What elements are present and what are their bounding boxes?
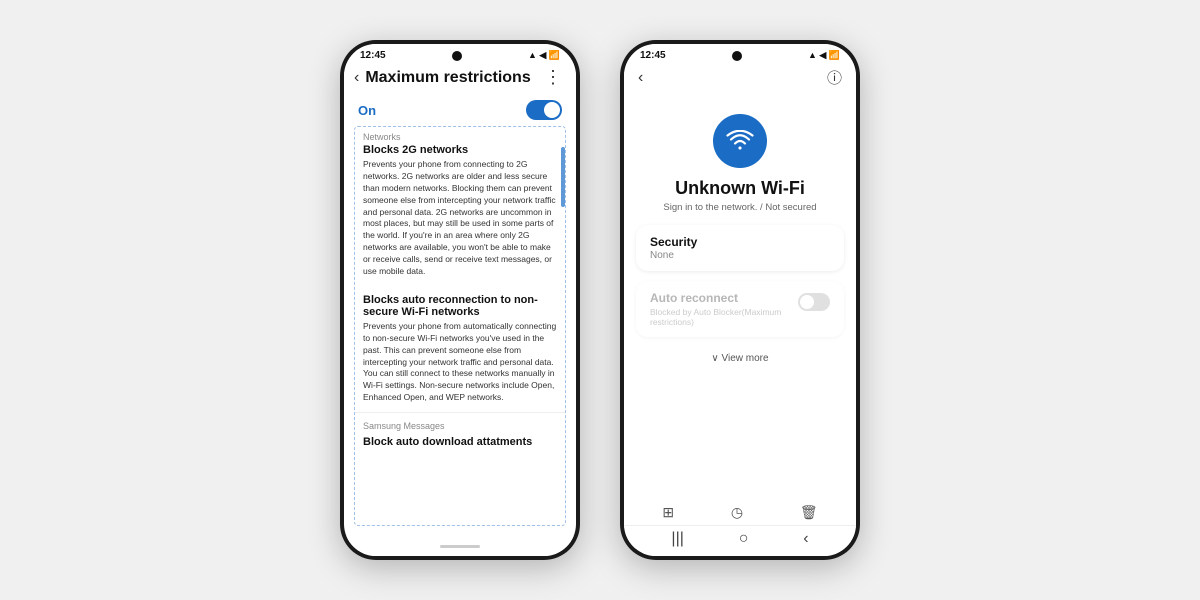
security-label: Security <box>650 235 830 249</box>
bottom-bar-1 <box>344 536 576 556</box>
status-bar-1: 12:45 ▲ ◀ 📶 <box>344 44 576 61</box>
block-download-title: Block auto download attatments <box>355 433 565 451</box>
notch-1 <box>452 51 462 61</box>
block-2g-text: Prevents your phone from connecting to 2… <box>363 159 557 278</box>
auto-reconnect-card: Auto reconnect Blocked by Auto Blocker(M… <box>636 281 844 337</box>
status-icons-1: ▲ ◀ 📶 <box>528 50 560 61</box>
phone-1-screen: 12:45 ▲ ◀ 📶 ‹ Maximum restrictions ⋮ On … <box>344 44 576 556</box>
bottom-nav-icons: ⊞ ◷ 🗑 <box>624 504 856 525</box>
view-more-button[interactable]: ∨ View more <box>624 347 856 374</box>
qr-icon[interactable]: ⊞ <box>662 504 674 521</box>
block-wifi-text: Prevents your phone from automatically c… <box>363 321 557 404</box>
auto-reconnect-row: Auto reconnect Blocked by Auto Blocker(M… <box>650 291 830 327</box>
view-more-label: ∨ View more <box>711 353 768 364</box>
security-card: Security None <box>636 225 844 271</box>
home-gesture[interactable]: ○ <box>739 530 749 548</box>
auto-reconnect-toggle[interactable] <box>798 293 830 311</box>
block-2g-networks: Blocks 2G networks Prevents your phone f… <box>355 144 565 286</box>
network-name: Unknown Wi-Fi <box>624 178 856 199</box>
phone-2-screen: 12:45 ▲ ◀ 📶 ‹ ⓘ Unknown Wi-Fi Sign i <box>624 44 856 556</box>
delete-icon[interactable]: 🗑 <box>800 504 818 521</box>
toggle-row-1: On <box>344 94 576 126</box>
phone-2-header: ‹ ⓘ <box>624 61 856 94</box>
bottom-nav-2: ⊞ ◷ 🗑 ||| ○ ‹ <box>624 498 856 556</box>
section-label-networks: Networks <box>355 127 565 144</box>
back-button-1[interactable]: ‹ <box>354 69 359 87</box>
share-icon[interactable]: ◷ <box>731 504 743 521</box>
block-wifi-reconnect: Blocks auto reconnection to non-secure W… <box>355 294 565 412</box>
status-bar-2: 12:45 ▲ ◀ 📶 <box>624 44 856 61</box>
wifi-circle <box>713 114 767 168</box>
notch-2 <box>732 51 742 61</box>
more-button-1[interactable]: ⋮ <box>544 67 562 88</box>
toggle-label-1: On <box>358 103 376 118</box>
menu-gesture[interactable]: ||| <box>671 530 683 548</box>
security-value: None <box>650 250 830 261</box>
bottom-gesture-bar: ||| ○ ‹ <box>624 525 856 548</box>
auto-reconnect-text: Auto reconnect Blocked by Auto Blocker(M… <box>650 291 798 327</box>
phone-1-header: ‹ Maximum restrictions ⋮ <box>344 61 576 94</box>
section-label-samsung: Samsung Messages <box>355 412 565 433</box>
wifi-icon <box>726 130 754 152</box>
block-wifi-title: Blocks auto reconnection to non-secure W… <box>363 294 557 318</box>
back-button-2[interactable]: ‹ <box>638 69 643 87</box>
status-time-1: 12:45 <box>360 50 386 61</box>
status-icons-2: ▲ ◀ 📶 <box>808 50 840 61</box>
bottom-line-1 <box>440 545 480 548</box>
phone-1: 12:45 ▲ ◀ 📶 ‹ Maximum restrictions ⋮ On … <box>340 40 580 560</box>
auto-reconnect-sub: Blocked by Auto Blocker(Maximum restrict… <box>650 307 798 327</box>
auto-reconnect-title: Auto reconnect <box>650 291 798 305</box>
block-2g-title: Blocks 2G networks <box>363 144 557 156</box>
network-subtitle: Sign in to the network. / Not secured <box>624 199 856 225</box>
scroll-thumb-1 <box>561 147 565 207</box>
phone-2: 12:45 ▲ ◀ 📶 ‹ ⓘ Unknown Wi-Fi Sign i <box>620 40 860 560</box>
back-gesture[interactable]: ‹ <box>803 530 808 548</box>
wifi-icon-container <box>624 94 856 178</box>
info-button-2[interactable]: ⓘ <box>827 67 842 88</box>
scrollable-content-1: Networks Blocks 2G networks Prevents you… <box>354 126 566 526</box>
toggle-switch-1[interactable] <box>526 100 562 120</box>
status-time-2: 12:45 <box>640 50 666 61</box>
page-title-1: Maximum restrictions <box>365 69 544 87</box>
